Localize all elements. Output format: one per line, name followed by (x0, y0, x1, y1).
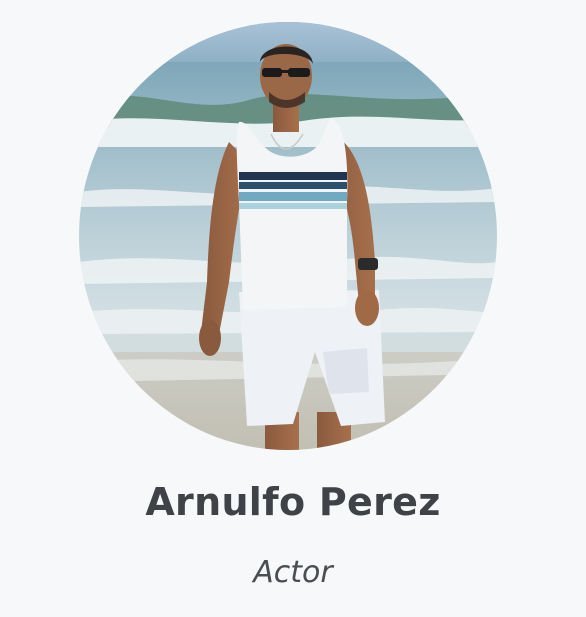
beach-photo (79, 22, 497, 450)
profile-card: Arnulfo Perez Actor (0, 0, 586, 617)
profile-avatar (79, 22, 497, 450)
profile-name: Arnulfo Perez (145, 480, 441, 524)
profile-role: Actor (253, 555, 333, 590)
